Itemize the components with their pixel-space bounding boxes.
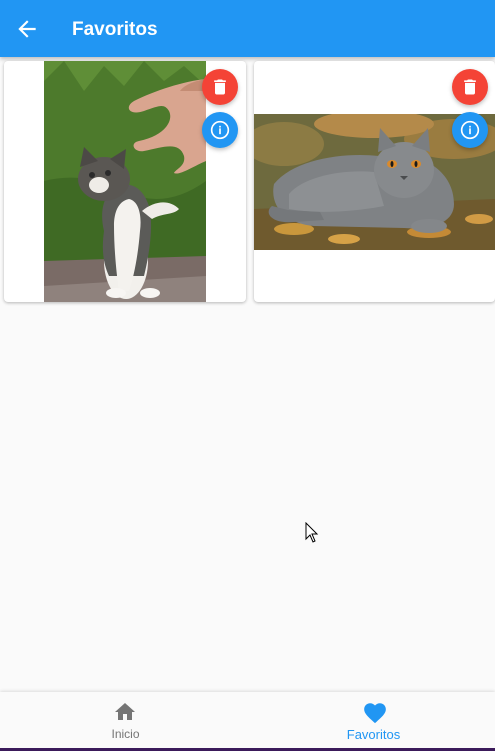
nav-label: Favoritos: [346, 727, 401, 742]
trash-icon: [214, 79, 226, 95]
arrow-back-icon: [18, 20, 36, 38]
page-title: Favoritos: [72, 19, 158, 40]
app-bar: Favoritos: [0, 0, 495, 57]
bottom-navigation: Inicio Favoritos: [0, 692, 495, 748]
info-icon: [210, 120, 230, 140]
info-button[interactable]: [452, 112, 488, 148]
info-icon: [460, 120, 480, 140]
kitten-with-hand-photo: [44, 61, 206, 302]
favorite-card[interactable]: [254, 61, 495, 302]
nav-item-favoritos[interactable]: Favoritos: [248, 692, 495, 748]
delete-button[interactable]: [452, 69, 488, 105]
heart-icon: [364, 703, 386, 724]
delete-button[interactable]: [202, 69, 238, 105]
mouse-cursor-icon: [305, 522, 319, 543]
info-button[interactable]: [202, 112, 238, 148]
back-button[interactable]: [14, 16, 40, 42]
nav-label: Inicio: [111, 727, 140, 741]
trash-icon: [464, 79, 476, 95]
favorite-card[interactable]: [4, 61, 246, 302]
home-icon: [115, 703, 135, 720]
nav-item-inicio[interactable]: Inicio: [0, 692, 247, 748]
